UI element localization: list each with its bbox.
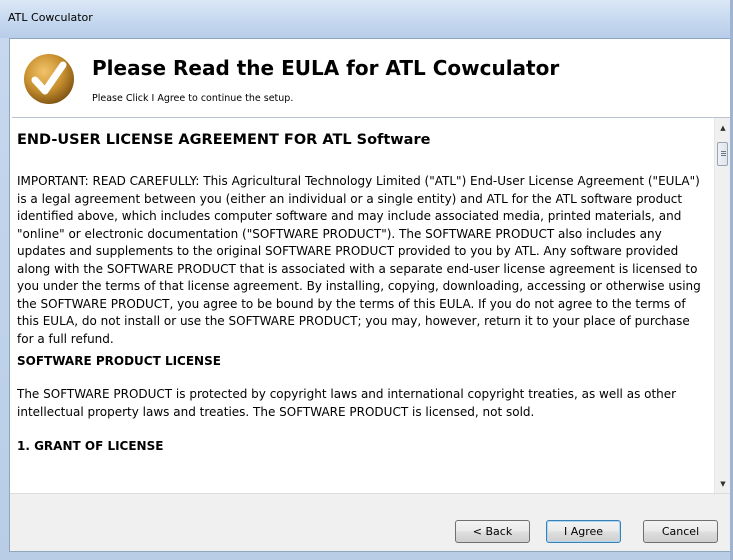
page-subtitle: Please Click I Agree to continue the set… <box>92 93 294 104</box>
eula-content: END-USER LICENSE AGREEMENT FOR ATL Softw… <box>17 118 707 494</box>
checkmark-logo-icon <box>23 53 75 105</box>
eula-scrollbar[interactable]: ▲ ▼ <box>714 118 730 494</box>
eula-section-heading: 1. GRANT OF LICENSE <box>17 439 164 453</box>
page-title: Please Read the EULA for ATL Cowculator <box>92 56 560 80</box>
eula-paragraph: IMPORTANT: READ CAREFULLY: This Agricult… <box>17 174 701 346</box>
eula-section-heading: SOFTWARE PRODUCT LICENSE <box>17 354 221 368</box>
title-bar[interactable]: ATL Cowculator <box>0 0 733 38</box>
scroll-down-arrow-icon[interactable]: ▼ <box>715 476 730 492</box>
installer-header: Please Read the EULA for ATL Cowculator … <box>10 39 732 115</box>
installer-client-area: Please Read the EULA for ATL Cowculator … <box>9 38 733 552</box>
eula-text-box[interactable]: END-USER LICENSE AGREEMENT FOR ATL Softw… <box>12 117 730 494</box>
cancel-button[interactable]: Cancel <box>643 520 718 543</box>
button-bar: < Back I Agree Cancel <box>10 493 732 551</box>
agree-button[interactable]: I Agree <box>546 520 621 543</box>
eula-paragraph: The SOFTWARE PRODUCT is protected by cop… <box>17 387 677 419</box>
scroll-up-arrow-icon[interactable]: ▲ <box>715 120 730 136</box>
installer-window: ATL Cowculator Please Read the EULA for … <box>0 0 733 560</box>
window-title: ATL Cowculator <box>8 11 93 24</box>
back-button[interactable]: < Back <box>455 520 530 543</box>
scrollbar-thumb[interactable] <box>717 142 728 166</box>
eula-heading: END-USER LICENSE AGREEMENT FOR ATL Softw… <box>17 132 431 148</box>
